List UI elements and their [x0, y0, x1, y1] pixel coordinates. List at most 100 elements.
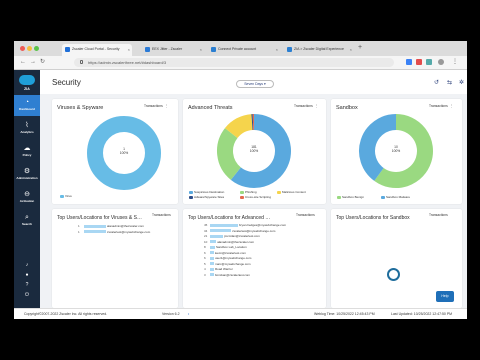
help-icon[interactable]: ?	[14, 282, 40, 288]
reload-icon[interactable]: ↻	[40, 59, 45, 66]
tag-label: Transactions	[429, 213, 448, 217]
sidebar-item-activation[interactable]: ⊖ Activation	[14, 187, 40, 208]
last-updated: Last Updated: 10/25/2022 12:47:50 PM	[391, 312, 453, 316]
sidebar: ZIA ◔ Dashboard ⌇ Analytics ☁ Policy ⚙ A…	[14, 70, 40, 308]
minimize-window-button[interactable]	[27, 46, 32, 51]
main-content: Security Seven Days ▾ ↺ ⇆ ✲ Viruses & Sp…	[40, 70, 467, 308]
transactions-selector[interactable]: Transactions ⋮	[144, 104, 168, 108]
sidebar-item-administration[interactable]: ⚙ Administration	[14, 164, 40, 185]
list-item[interactable]: 34 zscalertest@mywebchange.com	[204, 229, 275, 233]
close-icon[interactable]: ×	[200, 47, 202, 52]
page-header: Security Seven Days ▾ ↺ ⇆ ✲	[40, 70, 467, 94]
list-item[interactable]: 21 jmcmilan@zscalertest.com	[204, 234, 260, 238]
top-viruses-card: Top Users/Locations for Viruses & S… Tra…	[52, 209, 178, 308]
item-bar	[84, 230, 106, 234]
legend-swatch	[189, 195, 193, 199]
card-title: Sandbox	[336, 105, 358, 111]
browser-tab[interactable]: Connect Private account ×	[208, 44, 280, 56]
sidebar-item-dashboard[interactable]: ◔ Dashboard	[14, 95, 40, 116]
address-field[interactable]: https://admin.zscalerthree.net/#dashboar…	[74, 58, 394, 67]
time-range-dropdown[interactable]: Seven Days ▾	[236, 80, 274, 88]
back-icon[interactable]: ←	[20, 59, 26, 66]
list-item[interactable]: 10 alanadmin@thezscaler.com	[204, 240, 254, 244]
legend-label: Malicious Content	[282, 190, 306, 194]
donut-center-label: 181 100%	[234, 145, 274, 153]
extension-icon[interactable]	[406, 59, 412, 65]
extension-icon[interactable]	[426, 59, 432, 65]
donut-slice[interactable]	[224, 114, 254, 139]
legend-swatch	[240, 190, 244, 194]
bell-icon[interactable]: ♪	[14, 262, 40, 268]
sidebar-item-policy[interactable]: ☁ Policy	[14, 141, 40, 162]
donut-center-label: 10 100%	[376, 145, 416, 153]
refresh-icon[interactable]: ↺	[434, 79, 439, 86]
item-label: zscalertest@mywebchange.com	[107, 229, 151, 234]
search-icon: ⌕	[25, 214, 29, 221]
advanced-threats-card: Advanced Threats Transactions ⋮ 181 100% …	[183, 99, 326, 204]
list-item[interactable]: 1 zscalertest@mywebchange.com	[78, 230, 150, 234]
share-icon[interactable]: ⇆	[447, 79, 452, 86]
menu-icon[interactable]: ⋮	[450, 104, 453, 108]
settings-icon[interactable]: ✲	[459, 79, 464, 86]
top-sandbox-card: Top Users/Locations for Sandbox Transact…	[331, 209, 462, 308]
extension-icon[interactable]	[416, 59, 422, 65]
copyright-text: Copyright©2007-2022 Zscaler Inc. All rig…	[24, 312, 108, 316]
tag-label: Transactions	[152, 213, 171, 217]
forward-icon[interactable]: →	[30, 59, 36, 66]
card-title: Top Users/Locations for Viruses & S…	[57, 215, 142, 221]
list-item[interactable]: 1 alanadmin@thezscaler.com	[78, 224, 144, 228]
transactions-selector[interactable]: Transactions	[296, 213, 315, 217]
list-item[interactable]: 6 user1@mywebchange.com	[204, 256, 251, 260]
transactions-selector[interactable]: Transactions ⋮	[294, 104, 318, 108]
close-window-button[interactable]	[20, 46, 25, 51]
zscaler-logo-icon	[19, 75, 35, 85]
more-options-icon[interactable]: ⋮	[452, 59, 458, 66]
item-bar	[210, 251, 214, 255]
center-percent: 100%	[391, 149, 401, 153]
legend-item: Malicious Content	[277, 190, 306, 194]
activation-icon: ⊖	[24, 191, 30, 198]
item-bar	[210, 223, 238, 227]
tab-favicon	[211, 47, 216, 52]
version-info-link[interactable]: •	[188, 312, 189, 316]
donut-slice[interactable]	[217, 128, 242, 180]
maximize-window-button[interactable]	[34, 46, 39, 51]
list-item[interactable]: 45 bryan.hedges@mywebchange.com	[204, 223, 286, 227]
profile-avatar[interactable]	[438, 59, 444, 65]
item-label: jmcmilan@zscalertest.com	[224, 234, 260, 238]
menu-icon[interactable]: ⋮	[315, 104, 318, 108]
sidebar-item-analytics[interactable]: ⌇ Analytics	[14, 118, 40, 139]
tab-favicon	[145, 47, 150, 52]
menu-icon[interactable]: ⋮	[165, 104, 168, 108]
tab-bar: Zscaler Cloud Portal - Security × EEX Ji…	[14, 41, 467, 56]
item-label: Sandbox Lab_Location	[215, 245, 247, 249]
tag-label: Transactions	[144, 104, 163, 108]
help-button[interactable]: Help	[436, 291, 454, 302]
item-bar	[210, 234, 224, 238]
list-item[interactable]: 3 bmickan@zscalertest.com	[204, 273, 250, 277]
new-tab-button[interactable]: +	[358, 44, 362, 51]
user-icon[interactable]: ●	[14, 272, 40, 278]
sidebar-item-label: Activation	[19, 199, 35, 203]
sidebar-item-search[interactable]: ⌕ Search	[14, 210, 40, 231]
card-title: Top Users/Locations for Sandbox	[336, 215, 410, 221]
list-item[interactable]: 6 kevin@zscalertest.com	[204, 251, 246, 255]
browser-tab[interactable]: Zscaler Cloud Portal - Security ×	[62, 44, 132, 56]
browser-tab[interactable]: ZIA > Zscaler Digital Experience ×	[284, 44, 354, 56]
tab-title: ZIA > Zscaler Digital Experience	[294, 47, 344, 51]
close-icon[interactable]: ×	[350, 47, 352, 52]
transactions-selector[interactable]: Transactions	[429, 213, 448, 217]
list-item[interactable]: 5 marc@mywebchange.com	[204, 262, 251, 266]
legend-label: Sandbox Malware	[386, 195, 411, 199]
sidebar-item-label: Search	[21, 222, 32, 226]
transactions-selector[interactable]: Transactions ⋮	[429, 104, 453, 108]
close-icon[interactable]: ×	[128, 47, 130, 52]
browser-tab[interactable]: EEX Jitter - Zscaler ×	[142, 44, 204, 56]
list-item[interactable]: 4 Road Warrior	[204, 267, 233, 271]
close-icon[interactable]: ×	[276, 47, 278, 52]
logout-icon[interactable]: ⏻	[14, 292, 40, 298]
chart-icon: ⌇	[25, 122, 29, 129]
legend-swatch	[381, 195, 385, 199]
transactions-selector[interactable]: Transactions	[152, 213, 171, 217]
list-item[interactable]: 8 Sandbox Lab_Location	[204, 245, 247, 249]
